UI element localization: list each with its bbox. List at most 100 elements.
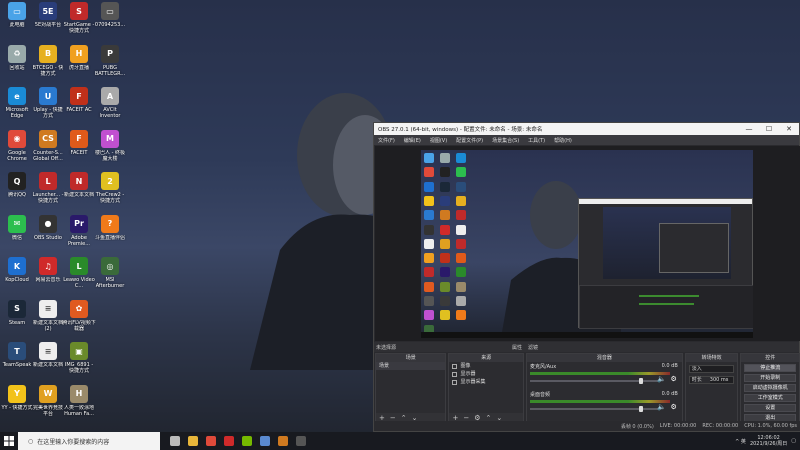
desktop-icon[interactable]: ▭ 07094253...	[95, 2, 125, 40]
desktop-icon-label: 完美世界竞技平台	[32, 404, 63, 417]
maximize-icon[interactable]: ☐	[759, 125, 779, 133]
search-input[interactable]: 在这里输入你要搜索的内容	[37, 437, 109, 446]
desktop-icon[interactable]: N 新建文本文档	[64, 172, 94, 210]
desktop-icon[interactable]: ≡ 新建文本文档	[33, 342, 63, 380]
source-item[interactable]: 显示器采集	[449, 378, 522, 386]
preview-icon	[440, 253, 450, 264]
app-icon: ✿	[70, 299, 88, 318]
volume-knob[interactable]	[638, 406, 643, 412]
netease-music-icon[interactable]	[220, 432, 238, 450]
app-icon: N	[70, 172, 88, 190]
desktop-icon[interactable]: M 楼巴人 - 终极魔大楼	[95, 129, 125, 168]
desktop-icon[interactable]: ✿ 腾讯FLV视频下载器	[62, 299, 96, 338]
speaker-icon[interactable]: 🔈	[657, 403, 666, 411]
desktop-icon[interactable]: K KopCloud	[2, 257, 32, 295]
desktop-icon[interactable]: F FACEIT	[64, 129, 94, 168]
desktop-icon[interactable]: e Microsoft Edge	[2, 87, 32, 125]
desktop-icon[interactable]: Y YY - 快捷方式	[1, 384, 33, 423]
virtual-camera-button[interactable]: 启动虚拟摄像机	[744, 384, 796, 392]
desktop-icon[interactable]: ◉ Google Chrome	[2, 129, 32, 168]
obs-titlebar[interactable]: OBS 27.0.1 (64-bit, windows) - 配置文件: 未命名…	[374, 123, 799, 135]
scene-item[interactable]: 场景	[376, 362, 446, 370]
menu-tools[interactable]: 工具(T)	[528, 137, 545, 144]
menu-edit[interactable]: 编辑(E)	[404, 137, 421, 144]
preview-icon	[424, 281, 434, 292]
studio-mode-button[interactable]: 工作室模式	[744, 394, 796, 402]
desktop-icon[interactable]: T TeamSpeak	[2, 342, 32, 380]
desktop-icon[interactable]: U Uplay - 快捷方式	[33, 87, 63, 125]
stop-streaming-button[interactable]: 停止推流	[744, 364, 796, 372]
desktop-icon[interactable]: CS Counter-S... Global Off...	[33, 129, 63, 168]
preview-icon	[424, 267, 434, 278]
desktop-icon[interactable]: L Launcher... - 快捷方式	[33, 172, 63, 210]
desktop-icon[interactable]: ♻ 回收站	[2, 44, 32, 83]
desktop-icon[interactable]: A AVCIt Inventor	[95, 87, 125, 125]
desktop-icon[interactable]: S Steam	[2, 299, 32, 338]
desktop-icon[interactable]: 2 TheCrew2 - 快捷方式	[95, 172, 125, 210]
file-explorer-icon[interactable]	[184, 432, 202, 450]
desktop-icon[interactable]: L Leawo Video C...	[63, 257, 95, 295]
menu-profile[interactable]: 配置文件(P)	[456, 137, 483, 144]
desktop-icon[interactable]: P PUBG BATTLEGR...	[95, 44, 125, 83]
desktop-icon[interactable]: ? 斗鱼直播伴侣	[95, 214, 125, 253]
menu-view[interactable]: 视图(V)	[430, 137, 447, 144]
gear-icon[interactable]: ⚙	[671, 403, 677, 411]
task-view-icon[interactable]	[166, 432, 184, 450]
preview-icon	[424, 153, 434, 163]
transition-select[interactable]: 淡入	[688, 365, 735, 373]
start-button[interactable]	[0, 432, 18, 450]
duration-field[interactable]: 时长 300 ms	[688, 376, 735, 384]
source-item[interactable]: 图像	[449, 362, 522, 370]
desktop-icon[interactable]: ▣ IMG_6891 - 快捷方式	[64, 342, 94, 380]
desktop-icon[interactable]: ● OBS Studio	[33, 214, 63, 253]
desktop-icon[interactable]: W 完美世界竞技平台	[32, 384, 63, 423]
volume-knob[interactable]	[638, 378, 643, 384]
desktop-icon-label: Adobe Premie...	[67, 234, 91, 247]
mixer-dock: 混音器 麦克风/Aux 0.0 dB 🔈 ⚙ 桌面音频 0.0 dB 🔈 ⚙	[525, 353, 683, 423]
close-icon[interactable]: ✕	[779, 125, 799, 133]
desktop-icon-label: KopCloud	[5, 277, 29, 283]
gear-icon[interactable]: ⚙	[671, 375, 677, 383]
chrome-icon[interactable]	[202, 432, 220, 450]
desktop-icon[interactable]: H 虎牙直播	[64, 44, 94, 83]
desktop-icon-label: Steam	[8, 319, 26, 326]
desktop-icon[interactable]: B BTCEGO - 快捷方式	[33, 44, 63, 83]
counter-strike-icon[interactable]	[274, 432, 292, 450]
menu-help[interactable]: 帮助(H)	[554, 137, 572, 144]
minimize-icon[interactable]: —	[739, 125, 759, 133]
desktop-icon-label: Counter-S... Global Off...	[33, 149, 63, 162]
desktop-icon[interactable]: ✉ 微信	[2, 214, 32, 253]
filters-button[interactable]: 滤镜	[528, 344, 538, 351]
speaker-icon[interactable]: 🔈	[657, 375, 666, 383]
app-icon: ▣	[70, 342, 88, 360]
desktop-icon-label: MSI Afterburner	[95, 277, 125, 289]
notification-icon[interactable]: ▢	[791, 438, 796, 444]
desktop-icon[interactable]: ◎ MSI Afterburner	[95, 257, 125, 295]
desktop-icon-label: OBS Studio	[34, 234, 62, 241]
properties-button[interactable]: 属性	[512, 344, 522, 351]
search-box[interactable]: ○ 在这里输入你要搜索的内容	[18, 432, 160, 450]
desktop-icon[interactable]: 5E 5E对战平台	[33, 2, 63, 40]
tray-icons[interactable]: ^ 英	[735, 438, 746, 445]
desktop-icon[interactable]: F FACEIT AC	[64, 87, 94, 125]
preview-canvas[interactable]	[421, 150, 753, 338]
nvidia-icon[interactable]	[238, 432, 256, 450]
start-recording-button[interactable]: 开始录制	[744, 374, 796, 382]
app-icon[interactable]	[256, 432, 274, 450]
desktop-icon[interactable]: ▭ 此电脑	[2, 2, 32, 40]
menu-file[interactable]: 文件(F)	[378, 137, 395, 144]
desktop-icon[interactable]: S StartGame - 快捷方式	[64, 2, 94, 40]
obs-icon[interactable]	[292, 432, 310, 450]
desktop-icon[interactable]: H 人类一败涂地 Human Fa...	[64, 384, 94, 423]
desktop-icon[interactable]: ♫ 网易云音乐	[33, 257, 63, 295]
desktop-icon[interactable]: ≡ 新建文本文档 (2)	[33, 299, 63, 338]
desktop-icon[interactable]: Pr Adobe Premie...	[64, 214, 94, 253]
desktop-icon-label: 07094253...	[94, 22, 126, 28]
menu-scene-collection[interactable]: 场景集合(S)	[492, 137, 519, 144]
source-item[interactable]: 显示器	[449, 370, 522, 378]
desktop-icon[interactable]: Q 腾讯QQ	[2, 172, 32, 210]
source-toolbar: 未选择源 属性 滤镜	[374, 342, 799, 352]
settings-button[interactable]: 设置	[744, 404, 796, 412]
clock[interactable]: 12:06:02 2021/9/26/周日	[750, 435, 787, 447]
controls-title: 控件	[741, 354, 799, 362]
